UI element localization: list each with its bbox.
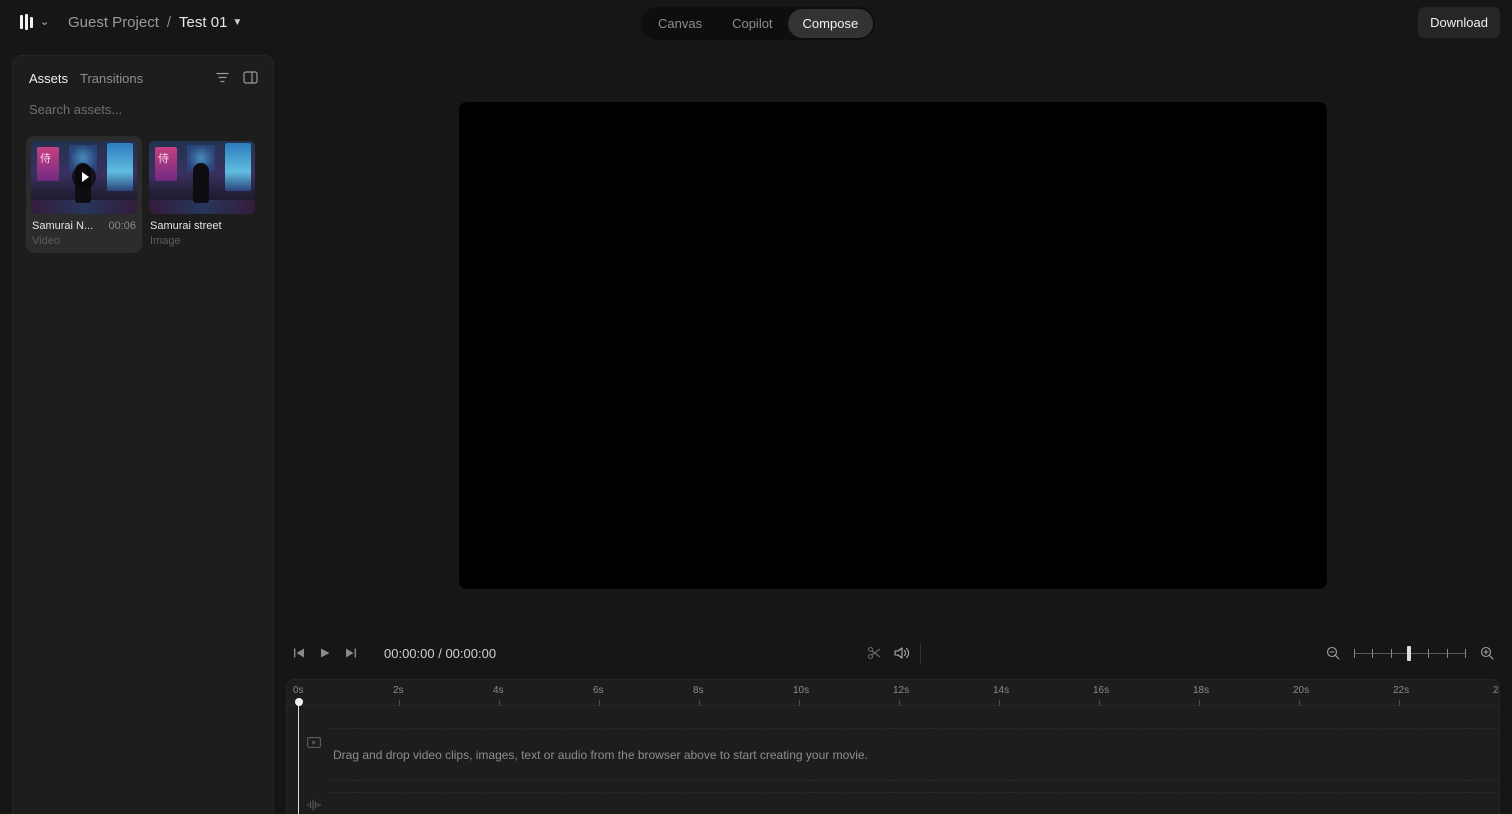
asset-grid: 侍 Samurai N... 00:06 Video 侍 Samurai str… — [26, 136, 260, 253]
zoom-in-icon[interactable] — [1480, 646, 1494, 663]
top-bar: ⌄ Guest Project / Test 01 ▼ Canvas Copilot … — [0, 0, 1512, 46]
asset-name: Samurai N... — [32, 220, 94, 232]
assets-sidebar: Assets Transitions 侍 Samurai N... 00:06 … — [12, 55, 274, 814]
ruler-tick — [1099, 700, 1100, 706]
asset-thumbnail: 侍 — [31, 141, 137, 214]
ruler-tick — [699, 700, 700, 706]
ruler-label: 18s — [1193, 685, 1210, 696]
ruler-tick — [799, 700, 800, 706]
asset-type: Video — [32, 235, 60, 247]
ruler-tick — [499, 700, 500, 706]
ruler-tick — [1399, 700, 1400, 706]
video-preview[interactable] — [459, 102, 1327, 589]
logo-icon[interactable] — [20, 14, 36, 30]
audio-track-icon — [307, 799, 321, 814]
ruler-label: 12s — [893, 685, 910, 696]
zoom-slider-handle[interactable] — [1407, 646, 1411, 661]
ruler-label: 22s — [1393, 685, 1410, 696]
ruler-tick — [1199, 700, 1200, 706]
search-input[interactable] — [29, 102, 259, 117]
asset-type: Image — [150, 235, 181, 247]
ruler-label: 0s — [293, 685, 304, 696]
divider — [920, 644, 921, 664]
playhead-handle[interactable] — [295, 698, 303, 706]
transport-bar: 00:00:00 / 00:00:00 — [0, 640, 1512, 668]
timecode: 00:00:00 / 00:00:00 — [384, 646, 497, 661]
ruler-label: 6s — [593, 685, 604, 696]
tab-transitions[interactable]: Transitions — [80, 71, 143, 86]
ruler-tick — [899, 700, 900, 706]
breadcrumb-separator: / — [166, 14, 172, 31]
ruler-label: 16s — [1093, 685, 1110, 696]
tab-copilot[interactable]: Copilot — [717, 9, 787, 38]
asset-duration: 00:06 — [108, 220, 136, 232]
ruler-label: 8s — [693, 685, 704, 696]
tab-canvas[interactable]: Canvas — [643, 9, 717, 38]
ruler-tick — [1299, 700, 1300, 706]
tab-assets[interactable]: Assets — [29, 71, 68, 86]
asset-card-image[interactable]: 侍 Samurai street Image — [144, 136, 260, 253]
asset-name: Samurai street — [150, 220, 222, 232]
sidebar-actions — [216, 71, 258, 84]
sidebar-tabs: Assets Transitions — [29, 71, 143, 86]
filter-icon[interactable] — [216, 72, 229, 83]
timeline[interactable]: 0s 2s 4s 6s 8s 10s 12s 14s 16s 18s 20s 22s 24s Drag … — [286, 679, 1500, 814]
ruler-label: 14s — [993, 685, 1010, 696]
volume-icon[interactable] — [894, 646, 910, 663]
play-icon[interactable] — [319, 647, 331, 662]
panel-icon[interactable] — [243, 71, 258, 84]
breadcrumb-document[interactable]: Test 01 — [179, 14, 227, 31]
ruler-tick — [599, 700, 600, 706]
drop-hint: Drag and drop video clips, images, text … — [333, 748, 868, 762]
ruler-tick — [999, 700, 1000, 706]
tab-compose[interactable]: Compose — [787, 9, 874, 38]
breadcrumb-project[interactable]: Guest Project — [68, 14, 159, 31]
ruler-tick — [1499, 700, 1500, 706]
ruler-tick — [399, 700, 400, 706]
timeline-ruler[interactable]: 0s 2s 4s 6s 8s 10s 12s 14s 16s 18s 20s 22s 24s — [287, 680, 1499, 706]
download-button[interactable]: Download — [1418, 7, 1500, 38]
ruler-label: 10s — [793, 685, 810, 696]
asset-thumbnail: 侍 — [149, 141, 255, 214]
logo-chevron-down-icon[interactable]: ⌄ — [40, 15, 49, 28]
asset-card-video[interactable]: 侍 Samurai N... 00:06 Video — [26, 136, 142, 253]
breadcrumb: Guest Project / Test 01 ▼ — [68, 14, 242, 31]
mode-switcher: Canvas Copilot Compose — [641, 7, 876, 40]
ruler-label: 24s — [1493, 685, 1499, 696]
video-track-icon — [307, 736, 321, 751]
play-icon[interactable] — [72, 165, 96, 189]
ruler-label: 2s — [393, 685, 404, 696]
skip-forward-icon[interactable] — [345, 647, 357, 662]
zoom-out-icon[interactable] — [1326, 646, 1340, 663]
skip-back-icon[interactable] — [293, 647, 305, 662]
scissors-icon[interactable] — [867, 646, 881, 663]
playhead[interactable] — [298, 700, 299, 814]
ruler-label: 20s — [1293, 685, 1310, 696]
document-chevron-down-icon[interactable]: ▼ — [232, 17, 242, 28]
ruler-label: 4s — [493, 685, 504, 696]
